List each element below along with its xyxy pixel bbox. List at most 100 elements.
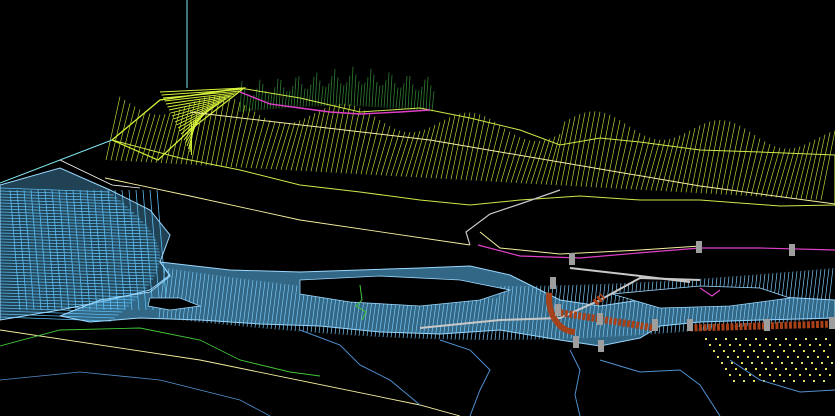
yellow-marker (813, 380, 815, 382)
yellow-marker (803, 350, 805, 352)
dam-pier (597, 313, 603, 325)
dam-pier (789, 244, 795, 256)
yellow-marker (821, 362, 823, 364)
yellow-marker (753, 350, 755, 352)
3d-viewport[interactable] (0, 0, 835, 416)
yellow-marker (729, 374, 731, 376)
yellow-marker (761, 362, 763, 364)
yellow-marker (737, 356, 739, 358)
yellow-marker (805, 338, 807, 340)
yellow-marker (823, 380, 825, 382)
yellow-marker (771, 362, 773, 364)
yellow-marker (815, 338, 817, 340)
yellow-marker (793, 350, 795, 352)
dam-segment (549, 313, 557, 320)
yellow-marker (787, 356, 789, 358)
yellow-marker (717, 356, 719, 358)
yellow-marker (777, 356, 779, 358)
yellow-marker (769, 344, 771, 346)
yellow-marker (811, 362, 813, 364)
yellow-marker (741, 362, 743, 364)
yellow-marker (725, 338, 727, 340)
yellow-marker (801, 362, 803, 364)
yellow-marker (765, 368, 767, 370)
yellow-marker (795, 368, 797, 370)
yellow-marker (775, 338, 777, 340)
yellow-marker (807, 356, 809, 358)
yellow-marker (803, 380, 805, 382)
dam-pier (696, 241, 702, 253)
yellow-marker (825, 368, 827, 370)
yellow-marker (827, 356, 829, 358)
yellow-marker (767, 356, 769, 358)
yellow-marker (817, 356, 819, 358)
yellow-marker (809, 344, 811, 346)
yellow-marker (795, 338, 797, 340)
yellow-marker (743, 380, 745, 382)
yellow-marker (727, 356, 729, 358)
yellow-marker (733, 380, 735, 382)
yellow-marker (725, 368, 727, 370)
dam-pier (598, 340, 604, 352)
yellow-marker (763, 350, 765, 352)
yellow-marker (749, 344, 751, 346)
yellow-marker (819, 374, 821, 376)
dam-pier (829, 317, 835, 329)
yellow-marker (721, 362, 723, 364)
yellow-marker (745, 338, 747, 340)
yellow-marker (813, 350, 815, 352)
yellow-marker (747, 356, 749, 358)
dam-segment (558, 323, 565, 330)
yellow-marker (753, 380, 755, 382)
yellow-marker (773, 380, 775, 382)
yellow-marker (815, 368, 817, 370)
yellow-marker (829, 344, 831, 346)
dam-pier (573, 336, 579, 348)
yellow-marker (773, 350, 775, 352)
yellow-marker (805, 368, 807, 370)
yellow-marker (779, 374, 781, 376)
yellow-marker (759, 374, 761, 376)
yellow-marker (799, 344, 801, 346)
yellow-marker (759, 344, 761, 346)
yellow-marker (829, 374, 831, 376)
yellow-marker (723, 350, 725, 352)
dam-pier (555, 304, 561, 316)
yellow-marker (733, 350, 735, 352)
yellow-marker (775, 368, 777, 370)
yellow-marker (709, 344, 711, 346)
yellow-marker (719, 344, 721, 346)
dam-segment (562, 326, 568, 333)
dam-segment (560, 325, 566, 332)
yellow-marker (831, 362, 833, 364)
yellow-marker (781, 362, 783, 364)
yellow-marker (783, 380, 785, 382)
yellow-marker (705, 338, 707, 340)
yellow-marker (755, 368, 757, 370)
yellow-marker (789, 374, 791, 376)
yellow-marker (809, 374, 811, 376)
dam-segment (552, 318, 560, 324)
dam-segment (547, 306, 554, 311)
yellow-marker (751, 362, 753, 364)
yellow-marker (785, 338, 787, 340)
yellow-marker (791, 362, 793, 364)
yellow-marker (715, 338, 717, 340)
dam-pier (687, 319, 693, 331)
dam-segment (551, 316, 558, 322)
yellow-marker (823, 350, 825, 352)
dam-segment (556, 322, 563, 329)
dam-segment (565, 327, 570, 334)
dam-pier (652, 319, 658, 331)
yellow-marker (757, 356, 759, 358)
yellow-marker (769, 374, 771, 376)
yellow-marker (789, 344, 791, 346)
yellow-marker (799, 374, 801, 376)
yellow-marker (785, 368, 787, 370)
dam-segment (547, 309, 555, 314)
yellow-marker (713, 350, 715, 352)
yellow-marker (735, 338, 737, 340)
yellow-marker (783, 350, 785, 352)
terrain-wireframe-scene[interactable] (0, 0, 835, 416)
yellow-marker (819, 344, 821, 346)
